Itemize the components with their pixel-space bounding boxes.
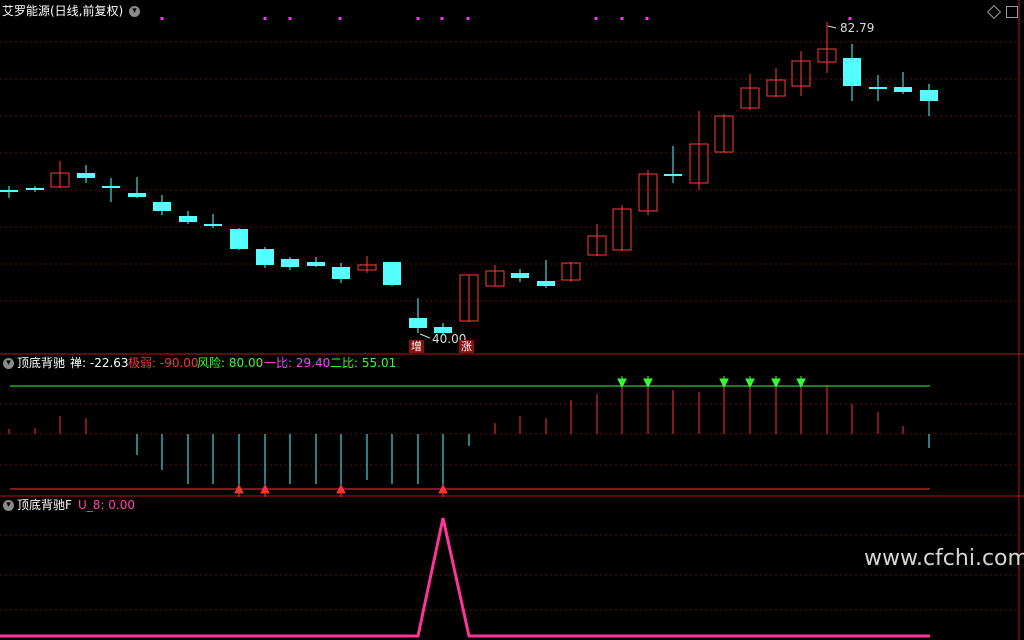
candle-body-down (537, 281, 555, 286)
candle-body-down (383, 262, 401, 285)
stock-title: 艾罗能源(日线,前复权) (2, 4, 124, 18)
high-marker (827, 25, 837, 29)
sell-arrow-icon (719, 376, 729, 389)
chevron-down-icon[interactable]: ▾ (129, 6, 140, 17)
signal-dot (594, 17, 598, 20)
signal-dot (160, 17, 164, 20)
signal-dot (645, 17, 649, 20)
candle-body-down (332, 267, 350, 279)
buy-arrow-icon (260, 483, 270, 497)
high-price-label: 82.79 (840, 21, 875, 35)
indicator1-field-1: 极弱: -90.00 (128, 356, 199, 370)
signal-dot (338, 17, 342, 20)
indicator1-name: 顶底背驰 (17, 356, 66, 370)
signal-dot (466, 17, 470, 20)
signal-tag-zeng: 增 (409, 340, 424, 353)
candle-body-down (77, 173, 95, 178)
low-marker (419, 333, 431, 339)
signal-tag-zhang: 涨 (459, 340, 474, 353)
signal-dot (263, 17, 267, 20)
chart-window: 艾罗能源(日线,前复权) ▾ 82.79 40.00 增 涨 ▾ 顶底背驰 禅:… (0, 0, 1024, 640)
candle-body-down (281, 259, 299, 267)
candle-body-down (409, 318, 427, 328)
candle-body-down (843, 58, 861, 86)
sell-arrow-icon (745, 376, 755, 389)
sell-arrow-icon (617, 376, 627, 389)
candle-body-down (894, 87, 912, 92)
candle-body-down (153, 202, 171, 211)
signal-dot (620, 17, 624, 20)
sell-arrow-icon (796, 376, 806, 389)
candle-body-down (664, 174, 682, 176)
main-chart-svg (0, 0, 1024, 640)
candle-body-down (128, 193, 146, 197)
buy-arrow-icon (336, 483, 346, 497)
candle-body-down (26, 188, 44, 190)
candle-body-down (869, 87, 887, 89)
candle-body-down (0, 190, 18, 192)
candle-body-down (307, 262, 325, 266)
candle-body-down (511, 273, 529, 278)
signal-dot (416, 17, 420, 20)
candle-body-down (230, 229, 248, 249)
indicator1-menu-icon[interactable]: ▾ (3, 358, 14, 369)
signal-dot (440, 17, 444, 20)
candle-body-down (102, 186, 120, 188)
u8-line (0, 517, 930, 638)
sell-arrow-icon (771, 376, 781, 389)
indicator1-field-3: 一比: 29.40 (264, 356, 331, 370)
signal-dot (288, 17, 292, 20)
candle-body-down (204, 224, 222, 226)
indicator1-field-4: 二比: 55.01 (330, 356, 397, 370)
signal-dot (848, 17, 852, 20)
sell-arrow-icon (643, 376, 653, 389)
buy-arrow-icon (438, 483, 448, 497)
indicator1-field-0: 禅: -22.63 (70, 356, 129, 370)
indicator2-name: 顶底背驰F (17, 498, 72, 512)
candle-body-down (920, 90, 938, 101)
watermark: www.cfchi.com (864, 546, 1024, 571)
buy-arrow-icon (234, 483, 244, 497)
indicator2-menu-icon[interactable]: ▾ (3, 500, 14, 511)
candle-body-down (256, 249, 274, 265)
maximize-icon[interactable] (1006, 6, 1018, 18)
indicator1-field-2: 风险: 80.00 (197, 356, 264, 370)
indicator2-field: U_8: 0.00 (78, 498, 136, 512)
candle-body-down (179, 216, 197, 222)
